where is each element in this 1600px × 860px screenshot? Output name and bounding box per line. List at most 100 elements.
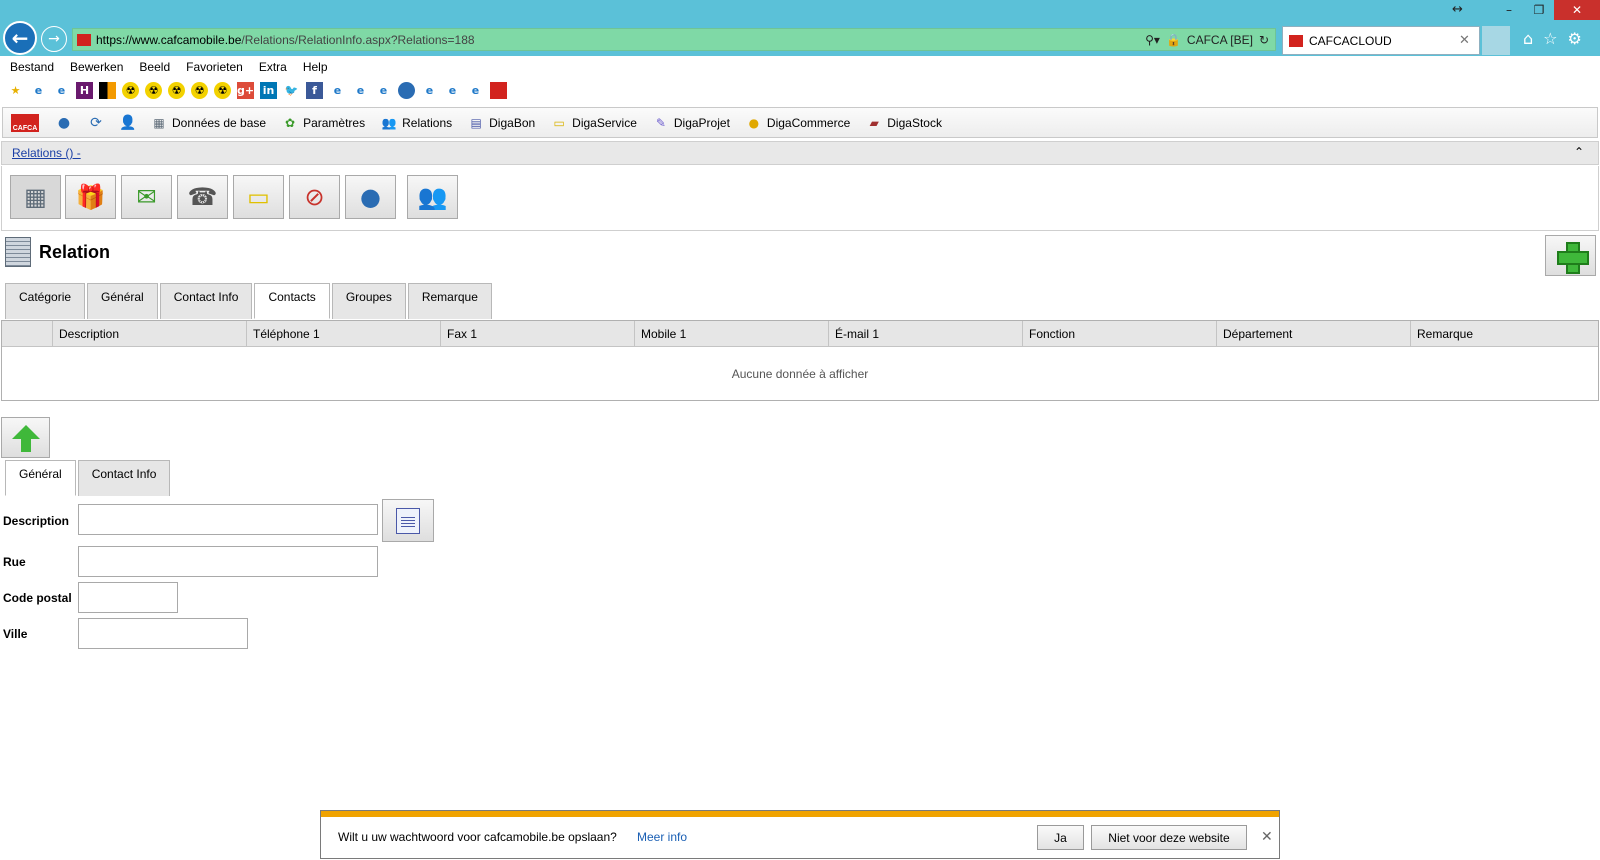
facebook-icon[interactable]: f [306,81,323,99]
lock-icon[interactable]: 🔒 [1166,33,1181,47]
forward-button[interactable]: → [41,26,67,52]
column-remarque[interactable]: Remarque [1410,321,1598,346]
column-departement[interactable]: Département [1216,321,1410,346]
back-button[interactable]: ← [3,21,37,55]
radioactive-icon[interactable]: ☢ [191,81,208,99]
browser-titlebar: ↔ – ❐ ✕ ← → https://www.cafcamobile.be/R… [0,0,1600,56]
nav-donnees-de-base[interactable]: ▦ Données de base [151,115,266,131]
breadcrumb-relations-link[interactable]: Relations () - [12,146,81,160]
nav-digabon[interactable]: ▤ DigaBon [468,115,535,131]
no-documents-button[interactable]: ⊘ [289,175,340,219]
search-icon[interactable]: ⚲▾ [1145,33,1160,47]
grid-select-column[interactable] [2,321,52,346]
ville-field[interactable] [78,618,248,649]
rue-field[interactable] [78,546,378,577]
building-button[interactable]: ▦ [10,175,61,219]
home-icon[interactable]: ⌂ [1523,29,1533,48]
tab-contact-info[interactable]: Contact Info [159,283,253,319]
menu-extra[interactable]: Extra [259,60,287,74]
restore-icon[interactable]: ❐ [1524,0,1554,20]
tab-favicon-icon [1289,34,1303,47]
ie-link-icon[interactable]: e [329,82,346,99]
user-icon[interactable]: 👤 [119,114,137,132]
ie-link-icon[interactable]: e [375,82,392,99]
nav-digaprojet[interactable]: ✎ DigaProjet [653,115,730,131]
description-field[interactable] [78,504,378,535]
ie-link-icon[interactable]: e [53,82,70,99]
close-icon[interactable]: ✕ [1261,829,1273,845]
phone-contact-button[interactable]: ☎ [177,175,228,219]
menu-bestand[interactable]: Bestand [10,60,54,74]
column-mobile[interactable]: Mobile 1 [634,321,828,346]
ie-link-icon[interactable]: e [30,82,47,99]
globe-icon[interactable]: ● [55,114,73,132]
new-tab-button[interactable] [1482,26,1510,55]
bar-site-icon[interactable] [99,81,116,99]
site-identity[interactable]: CAFCA [BE] [1187,33,1253,47]
code-postal-field[interactable] [78,582,178,613]
yes-button[interactable]: Ja [1037,825,1084,850]
folder-button[interactable]: ▭ [233,175,284,219]
tab-groupes[interactable]: Groupes [331,283,406,319]
mail-button[interactable]: ✉ [121,175,172,219]
detail-tabs: Général Contact Info [5,460,172,496]
tab-remarque[interactable]: Remarque [407,283,492,319]
nav-digastock[interactable]: ▰ DigaStock [866,115,942,131]
move-up-button[interactable] [1,417,50,458]
column-fonction[interactable]: Fonction [1022,321,1216,346]
resize-icon[interactable]: ↔ [1452,2,1463,17]
column-description[interactable]: Description [52,321,246,346]
settings-gear-icon[interactable]: ⚙ [1568,29,1582,48]
not-for-this-site-button[interactable]: Niet voor deze website [1091,825,1247,850]
google-plus-icon[interactable]: g+ [237,81,254,99]
menu-bewerken[interactable]: Bewerken [70,60,123,74]
column-telephone[interactable]: Téléphone 1 [246,321,440,346]
nav-parametres[interactable]: ✿ Paramètres [282,115,365,131]
radioactive-icon[interactable]: ☢ [145,81,162,99]
ie-link-icon[interactable]: e [444,82,461,99]
column-fax[interactable]: Fax 1 [440,321,634,346]
favorites-bar: ★ e e H ☢ ☢ ☢ ☢ ☢ g+ in 🐦 f e e e e e e [0,79,1600,101]
globe-button[interactable]: ● [345,175,396,219]
close-tab-icon[interactable]: ✕ [1459,33,1479,48]
collapse-chevron-icon[interactable]: ⌃ [1574,145,1584,159]
copy-button[interactable] [382,499,434,542]
favorites-star-icon[interactable]: ☆ [1543,29,1557,48]
subtab-contact-info[interactable]: Contact Info [77,460,171,496]
tab-contacts[interactable]: Contacts [254,283,330,319]
close-window-icon[interactable]: ✕ [1554,0,1600,20]
nav-digaservice[interactable]: ▭ DigaService [551,115,637,131]
more-info-link[interactable]: Meer info [637,830,687,844]
h-site-icon[interactable]: H [76,81,93,99]
gift-button[interactable]: 🎁 [65,175,116,219]
cafca-link-icon[interactable] [490,81,507,99]
subtab-general[interactable]: Général [5,460,76,496]
add-favorite-star-icon[interactable]: ★ [7,82,24,99]
users-button[interactable]: 👥 [407,175,458,219]
menu-beeld[interactable]: Beeld [139,60,170,74]
column-email[interactable]: É-mail 1 [828,321,1022,346]
ie-link-icon[interactable]: e [352,82,369,99]
url-text[interactable]: https://www.cafcamobile.be/Relations/Rel… [96,33,1145,47]
nav-digacommerce[interactable]: ● DigaCommerce [746,115,851,131]
ie-link-icon[interactable]: e [467,82,484,99]
globe-icon[interactable] [398,81,415,99]
sync-icon[interactable]: ⟳ [87,114,105,132]
tab-general[interactable]: Général [87,283,158,319]
minimize-icon[interactable]: – [1494,0,1524,20]
twitter-icon[interactable]: 🐦 [283,82,300,99]
menu-help[interactable]: Help [303,60,328,74]
tab-categorie[interactable]: Catégorie [5,283,86,319]
menu-favorieten[interactable]: Favorieten [186,60,243,74]
refresh-icon[interactable]: ↻ [1259,33,1269,47]
ie-link-icon[interactable]: e [421,82,438,99]
linkedin-icon[interactable]: in [260,81,277,99]
nav-relations[interactable]: 👥 Relations [381,115,453,131]
radioactive-icon[interactable]: ☢ [122,81,139,99]
radioactive-icon[interactable]: ☢ [214,81,231,99]
address-bar[interactable]: https://www.cafcamobile.be/Relations/Rel… [72,28,1276,51]
cafca-logo[interactable]: CAFCA [11,113,39,132]
browser-tab[interactable]: CAFCACLOUD ✕ [1282,26,1480,55]
add-button[interactable] [1545,235,1596,276]
radioactive-icon[interactable]: ☢ [168,81,185,99]
